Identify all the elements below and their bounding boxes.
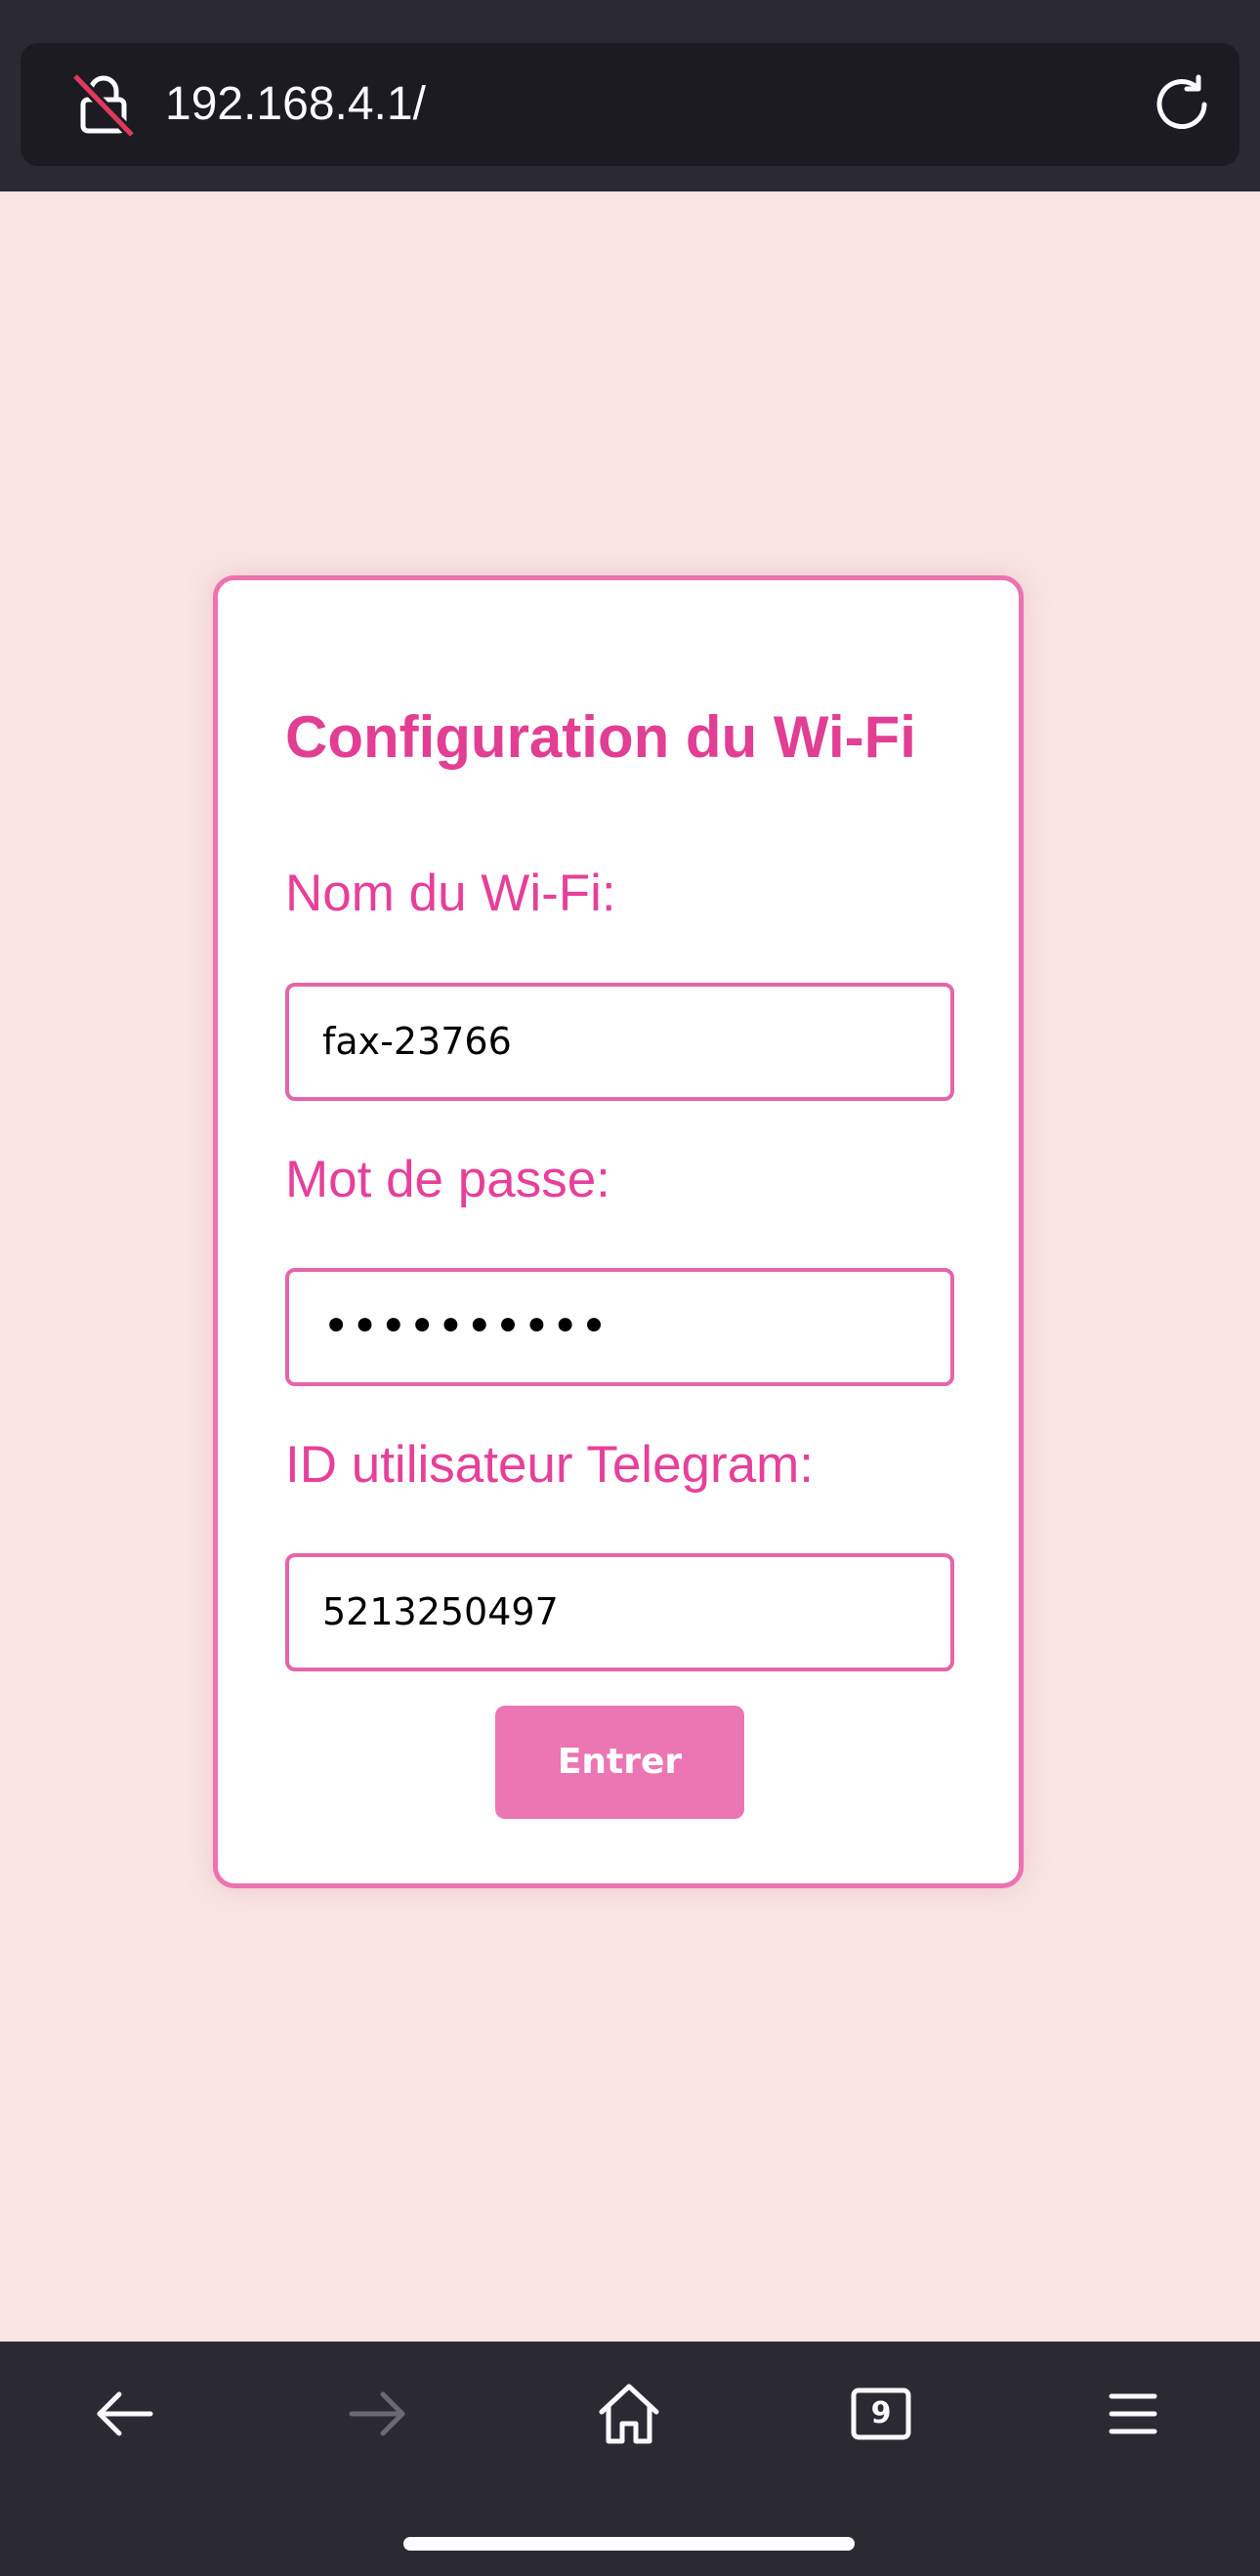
page-title: Configuration du Wi-Fi bbox=[285, 704, 916, 770]
reload-icon[interactable] bbox=[1150, 72, 1214, 137]
insecure-lock-icon[interactable] bbox=[69, 70, 138, 139]
home-indicator[interactable] bbox=[403, 2537, 855, 2551]
submit-button[interactable]: Entrer bbox=[495, 1706, 744, 1819]
wifi-name-label: Nom du Wi-Fi: bbox=[285, 865, 616, 922]
tab-count: 9 bbox=[870, 2396, 892, 2430]
tabs-icon[interactable]: 9 bbox=[846, 2379, 916, 2449]
address-bar[interactable]: 192.168.4.1/ bbox=[21, 43, 1239, 166]
wifi-name-input[interactable]: fax-23766 bbox=[285, 983, 954, 1101]
browser-top-bar: 192.168.4.1/ bbox=[0, 0, 1260, 191]
forward-arrow-icon[interactable] bbox=[342, 2379, 412, 2449]
back-arrow-icon[interactable] bbox=[90, 2379, 160, 2449]
telegram-id-label: ID utilisateur Telegram: bbox=[285, 1436, 815, 1494]
menu-icon[interactable] bbox=[1098, 2379, 1168, 2449]
password-label: Mot de passe: bbox=[285, 1151, 610, 1208]
telegram-id-input[interactable]: 5213250497 bbox=[285, 1553, 954, 1671]
url-text[interactable]: 192.168.4.1/ bbox=[165, 43, 426, 166]
home-icon[interactable] bbox=[594, 2379, 664, 2449]
password-input[interactable]: •••••••••• bbox=[285, 1268, 954, 1386]
config-card bbox=[213, 575, 1024, 1888]
